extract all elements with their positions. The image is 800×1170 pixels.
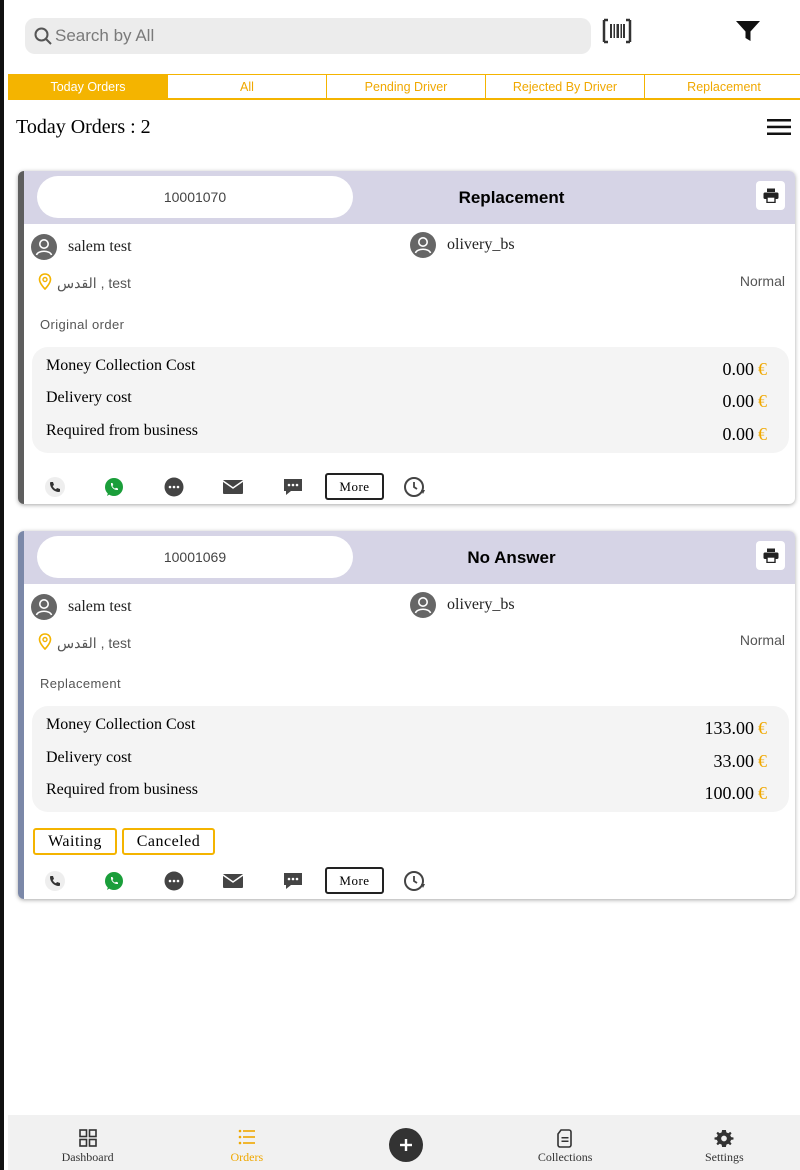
page-title: Today Orders : 2	[16, 116, 151, 138]
more-button[interactable]: More	[325, 867, 384, 894]
tab-all[interactable]: All	[168, 74, 327, 99]
search-bar[interactable]	[25, 18, 591, 54]
nav-settings[interactable]: Settings	[645, 1115, 800, 1170]
more-button[interactable]: More	[325, 473, 384, 500]
priority-label: Normal	[739, 632, 785, 648]
search-input[interactable]	[55, 26, 555, 46]
history-icon[interactable]	[401, 473, 429, 501]
email-icon[interactable]	[219, 473, 247, 501]
cost-value: 100.00 €	[704, 783, 768, 803]
list-icon	[238, 1129, 256, 1149]
order-status: No Answer	[467, 547, 556, 567]
driver: olivery_bs	[410, 592, 515, 618]
card-header: 10001069 No Answer	[24, 531, 795, 584]
whatsapp-icon[interactable]	[100, 473, 128, 501]
nav-label: Collections	[537, 1150, 593, 1164]
nav-label: Orders	[230, 1150, 264, 1164]
cost-value: 0.00 €	[722, 391, 768, 411]
cost-row: Required from business 0.00 €	[46, 422, 767, 444]
print-icon[interactable]	[756, 541, 785, 570]
order-tabs: Today Orders All Pending Driver Rejected…	[8, 74, 800, 100]
nav-label: Settings	[705, 1150, 744, 1164]
customer: salem test	[31, 234, 132, 260]
cost-value: 33.00 €	[713, 751, 768, 771]
document-icon	[557, 1129, 573, 1152]
driver-name: olivery_bs	[447, 596, 515, 613]
order-note: Replacement	[40, 676, 121, 691]
tab-replacement[interactable]: Replacement	[645, 74, 800, 99]
menu-icon[interactable]	[766, 118, 792, 136]
avatar	[31, 234, 57, 260]
cost-summary: Money Collection Cost 133.00 € Delivery c…	[32, 706, 789, 812]
status-chip-waiting[interactable]: Waiting	[33, 828, 117, 855]
barcode-icon[interactable]	[602, 18, 634, 46]
sms-icon[interactable]	[279, 867, 307, 895]
customer-name: salem test	[68, 598, 132, 615]
chat-icon[interactable]	[160, 867, 188, 895]
cost-label: Money Collection Cost	[46, 716, 196, 733]
order-id[interactable]: 10001069	[37, 536, 353, 578]
cost-label: Required from business	[46, 781, 198, 798]
history-icon[interactable]	[401, 867, 429, 895]
cost-summary: Money Collection Cost 0.00 € Delivery cos…	[32, 347, 789, 453]
chat-icon[interactable]	[160, 473, 188, 501]
driver-name: olivery_bs	[447, 236, 515, 253]
cost-row: Money Collection Cost 133.00 €	[46, 716, 767, 738]
plus-icon[interactable]	[388, 1128, 423, 1162]
customer-name: salem test	[68, 238, 132, 255]
address-text: القدس , test	[57, 274, 131, 291]
status-chip-canceled[interactable]: Canceled	[122, 828, 215, 855]
cost-row: Money Collection Cost 0.00 €	[46, 357, 767, 379]
nav-collections[interactable]: Collections	[486, 1115, 645, 1170]
cost-row: Required from business 100.00 €	[46, 781, 767, 803]
address: القدس , test	[38, 273, 131, 293]
priority-label: Normal	[739, 273, 785, 289]
cost-value: 133.00 €	[704, 718, 768, 738]
bottom-nav: Dashboard Orders Collections Settings	[8, 1115, 800, 1170]
card-stripe	[18, 531, 24, 899]
tab-pending-driver[interactable]: Pending Driver	[327, 74, 486, 99]
card-header: 10001070 Replacement	[24, 171, 795, 224]
phone-icon[interactable]	[41, 473, 69, 501]
cost-value: 0.00 €	[722, 424, 768, 444]
sms-icon[interactable]	[279, 473, 307, 501]
gear-icon	[714, 1129, 734, 1152]
order-card[interactable]: 10001070 Replacement salem test olivery_…	[18, 171, 795, 504]
whatsapp-icon[interactable]	[100, 867, 128, 895]
dashboard-icon	[78, 1129, 97, 1151]
nav-label: Dashboard	[61, 1150, 114, 1164]
location-pin-icon	[38, 633, 52, 653]
order-status: Replacement	[458, 187, 565, 207]
nav-orders[interactable]: Orders	[167, 1115, 326, 1170]
avatar	[31, 594, 57, 620]
nav-dashboard[interactable]: Dashboard	[8, 1115, 167, 1170]
email-icon[interactable]	[219, 867, 247, 895]
cost-value: 0.00 €	[722, 359, 768, 379]
nav-add[interactable]	[326, 1115, 485, 1170]
filter-icon[interactable]	[734, 18, 764, 46]
cost-label: Money Collection Cost	[46, 357, 196, 374]
tab-today-orders[interactable]: Today Orders	[8, 74, 168, 99]
phone-icon[interactable]	[41, 867, 69, 895]
search-icon	[33, 26, 53, 46]
address-text: القدس , test	[57, 634, 131, 651]
driver: olivery_bs	[410, 232, 515, 258]
avatar	[410, 232, 436, 258]
tab-rejected-by-driver[interactable]: Rejected By Driver	[486, 74, 645, 99]
order-card[interactable]: 10001069 No Answer salem test olivery_bs…	[18, 531, 795, 899]
cost-row: Delivery cost 33.00 €	[46, 749, 767, 771]
cost-label: Required from business	[46, 422, 198, 439]
cost-row: Delivery cost 0.00 €	[46, 389, 767, 411]
order-id[interactable]: 10001070	[37, 176, 353, 218]
cost-label: Delivery cost	[46, 749, 132, 766]
print-icon[interactable]	[756, 181, 785, 210]
cost-label: Delivery cost	[46, 389, 132, 406]
customer: salem test	[31, 594, 132, 620]
location-pin-icon	[38, 273, 52, 293]
avatar	[410, 592, 436, 618]
address: القدس , test	[38, 633, 131, 653]
order-note: Original order	[40, 317, 125, 332]
